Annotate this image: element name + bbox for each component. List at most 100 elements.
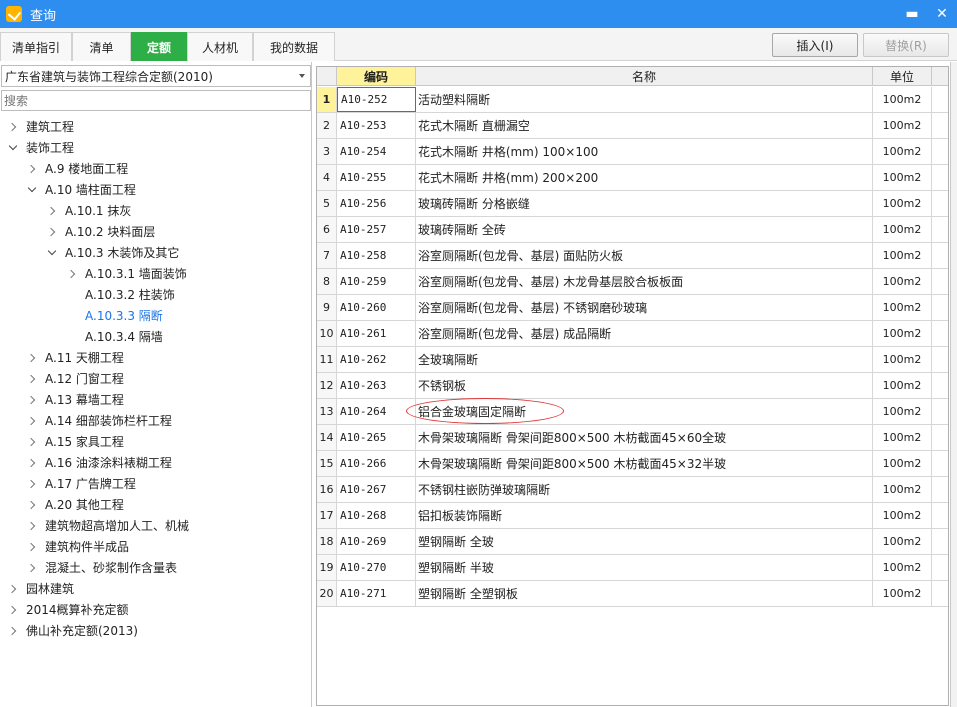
row-number[interactable]: 16: [317, 477, 337, 502]
quota-code[interactable]: A10-258: [337, 243, 416, 268]
tree-item[interactable]: A.10.2 块料面层: [47, 221, 155, 242]
extra-cell[interactable]: [932, 555, 948, 580]
tab-bill[interactable]: 清单: [72, 32, 131, 61]
quota-name[interactable]: 铝扣板装饰隔断: [416, 503, 873, 528]
table-header-unit[interactable]: 单位: [873, 67, 932, 86]
quota-unit[interactable]: 100m2: [873, 347, 932, 372]
row-number[interactable]: 5: [317, 191, 337, 216]
extra-cell[interactable]: [932, 87, 948, 112]
row-number[interactable]: 19: [317, 555, 337, 580]
tree-item[interactable]: A.15 家具工程: [27, 431, 124, 452]
quota-unit[interactable]: 100m2: [873, 477, 932, 502]
quota-code[interactable]: A10-264: [337, 399, 416, 424]
quota-code[interactable]: A10-260: [337, 295, 416, 320]
minimize-icon[interactable]: ▬: [897, 0, 927, 28]
tree-item[interactable]: A.16 油漆涂料裱糊工程: [27, 452, 172, 473]
extra-cell[interactable]: [932, 477, 948, 502]
search-input[interactable]: [1, 90, 311, 111]
extra-cell[interactable]: [932, 581, 948, 606]
quota-unit[interactable]: 100m2: [873, 425, 932, 450]
tree-item[interactable]: 混凝土、砂浆制作含量表: [27, 557, 177, 578]
tab-quota[interactable]: 定额: [131, 32, 187, 61]
tree-item[interactable]: A.10 墙柱面工程: [27, 179, 136, 200]
table-row[interactable]: 8 A10-259 浴室厕隔断(包龙骨、基层) 木龙骨基层胶合板板面 100m2: [317, 269, 948, 295]
tree-item[interactable]: 佛山补充定额(2013): [8, 620, 138, 641]
chevron-right-icon[interactable]: [8, 626, 18, 636]
chevron-right-icon[interactable]: [27, 542, 37, 552]
quota-unit[interactable]: 100m2: [873, 321, 932, 346]
chevron-right-icon[interactable]: [27, 374, 37, 384]
tree-item[interactable]: A.12 门窗工程: [27, 368, 124, 389]
quota-name[interactable]: 花式木隔断 井格(mm) 100×100: [416, 139, 873, 164]
table-row[interactable]: 20 A10-271 塑钢隔断 全塑钢板 100m2: [317, 581, 948, 607]
row-number[interactable]: 12: [317, 373, 337, 398]
extra-cell[interactable]: [932, 373, 948, 398]
row-number[interactable]: 2: [317, 113, 337, 138]
quota-code[interactable]: A10-257: [337, 217, 416, 242]
extra-cell[interactable]: [932, 399, 948, 424]
quota-unit[interactable]: 100m2: [873, 113, 932, 138]
row-number[interactable]: 1: [317, 87, 337, 112]
tree-item[interactable]: A.14 细部装饰栏杆工程: [27, 410, 172, 431]
table-row[interactable]: 1 A10-252 活动塑料隔断 100m2: [317, 87, 948, 113]
chevron-right-icon[interactable]: [8, 584, 18, 594]
row-number[interactable]: 10: [317, 321, 337, 346]
tree-item[interactable]: A.10.3.1 墙面装饰: [67, 263, 187, 284]
quota-code[interactable]: A10-256: [337, 191, 416, 216]
quota-name[interactable]: 浴室厕隔断(包龙骨、基层) 面贴防火板: [416, 243, 873, 268]
table-row[interactable]: 11 A10-262 全玻璃隔断 100m2: [317, 347, 948, 373]
extra-cell[interactable]: [932, 451, 948, 476]
chevron-down-icon[interactable]: [47, 248, 57, 258]
table-row[interactable]: 14 A10-265 木骨架玻璃隔断 骨架间距800×500 木枋截面45×60全玻…: [317, 425, 948, 451]
row-number[interactable]: 3: [317, 139, 337, 164]
row-number[interactable]: 7: [317, 243, 337, 268]
tree-item[interactable]: A.20 其他工程: [27, 494, 124, 515]
chevron-right-icon[interactable]: [27, 521, 37, 531]
quota-unit[interactable]: 100m2: [873, 191, 932, 216]
table-row[interactable]: 7 A10-258 浴室厕隔断(包龙骨、基层) 面贴防火板 100m2: [317, 243, 948, 269]
quota-name[interactable]: 木骨架玻璃隔断 骨架间距800×500 木枋截面45×32半玻: [416, 451, 873, 476]
quota-name[interactable]: 全玻璃隔断: [416, 347, 873, 372]
quota-unit[interactable]: 100m2: [873, 269, 932, 294]
extra-cell[interactable]: [932, 503, 948, 528]
quota-code[interactable]: A10-265: [337, 425, 416, 450]
tree-item[interactable]: A.10.1 抹灰: [47, 200, 131, 221]
table-row[interactable]: 15 A10-266 木骨架玻璃隔断 骨架间距800×500 木枋截面45×32半玻…: [317, 451, 948, 477]
table-row[interactable]: 16 A10-267 不锈钢柱嵌防弹玻璃隔断 100m2: [317, 477, 948, 503]
row-number[interactable]: 18: [317, 529, 337, 554]
chevron-right-icon[interactable]: [27, 563, 37, 573]
tree-item[interactable]: A.13 幕墙工程: [27, 389, 124, 410]
extra-cell[interactable]: [932, 269, 948, 294]
quota-name[interactable]: 花式木隔断 直栅漏空: [416, 113, 873, 138]
table-row[interactable]: 17 A10-268 铝扣板装饰隔断 100m2: [317, 503, 948, 529]
quota-name[interactable]: 不锈钢板: [416, 373, 873, 398]
tree-item[interactable]: 建筑构件半成品: [27, 536, 129, 557]
chevron-right-icon[interactable]: [47, 227, 57, 237]
extra-cell[interactable]: [932, 217, 948, 242]
quota-name[interactable]: 木骨架玻璃隔断 骨架间距800×500 木枋截面45×60全玻: [416, 425, 873, 450]
quota-unit[interactable]: 100m2: [873, 581, 932, 606]
quota-code[interactable]: A10-261: [337, 321, 416, 346]
row-number[interactable]: 13: [317, 399, 337, 424]
tree-item[interactable]: 装饰工程: [8, 137, 74, 158]
extra-cell[interactable]: [932, 191, 948, 216]
row-number[interactable]: 8: [317, 269, 337, 294]
row-number[interactable]: 15: [317, 451, 337, 476]
tab-labor-material[interactable]: 人材机: [187, 32, 253, 61]
replace-button[interactable]: 替换(R): [863, 33, 949, 57]
quota-unit[interactable]: 100m2: [873, 139, 932, 164]
quota-code[interactable]: A10-262: [337, 347, 416, 372]
tree-item[interactable]: 2014概算补充定额: [8, 599, 129, 620]
row-number[interactable]: 14: [317, 425, 337, 450]
quota-name[interactable]: 塑钢隔断 半玻: [416, 555, 873, 580]
row-number[interactable]: 17: [317, 503, 337, 528]
row-number[interactable]: 6: [317, 217, 337, 242]
close-icon[interactable]: ✕: [927, 0, 957, 28]
table-row[interactable]: 4 A10-255 花式木隔断 井格(mm) 200×200 100m2: [317, 165, 948, 191]
table-row[interactable]: 19 A10-270 塑钢隔断 半玻 100m2: [317, 555, 948, 581]
tree-item[interactable]: A.11 天棚工程: [27, 347, 124, 368]
chevron-right-icon[interactable]: [27, 395, 37, 405]
quota-unit[interactable]: 100m2: [873, 451, 932, 476]
chevron-right-icon[interactable]: [27, 437, 37, 447]
chevron-right-icon[interactable]: [8, 122, 18, 132]
